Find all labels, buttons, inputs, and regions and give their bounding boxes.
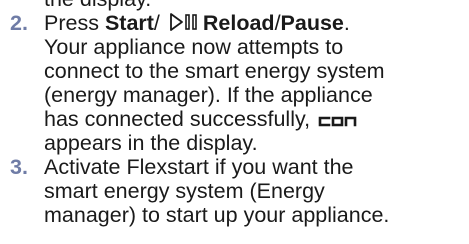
step-2-line-4: has connected successfully,	[44, 107, 360, 132]
start-button-label: Start	[104, 11, 154, 35]
step-3-line-1: Activate Flexstart if you want the	[44, 155, 354, 179]
step-3-line-2: smart energy system (Energy	[44, 179, 325, 203]
code-line-prefix: has connected successfully,	[44, 107, 317, 131]
step-3-line-3: manager) to start up your appliance.	[44, 203, 390, 227]
step-3-number: 3.	[10, 155, 28, 179]
step-2-line-3: (energy manager). If the appliance	[44, 83, 373, 107]
step-2-number: 2.	[10, 11, 28, 35]
play-pause-icon	[169, 12, 201, 37]
seven-segment-con-icon	[318, 108, 358, 132]
action-prefix: Press	[44, 11, 105, 35]
step-2-action: Press Start/ Reload/Pause.	[44, 11, 350, 37]
slash: /	[153, 11, 166, 35]
pause-label: Pause	[280, 11, 344, 35]
cut-line: the display.	[44, 0, 151, 11]
reload-label: Reload	[202, 11, 275, 35]
step-2-line-5: appears in the display.	[44, 131, 258, 155]
step-2-line-1: Your appliance now attempts to	[44, 35, 344, 59]
step-2-line-2: connect to the smart energy system	[44, 59, 385, 83]
period: .	[343, 11, 350, 35]
